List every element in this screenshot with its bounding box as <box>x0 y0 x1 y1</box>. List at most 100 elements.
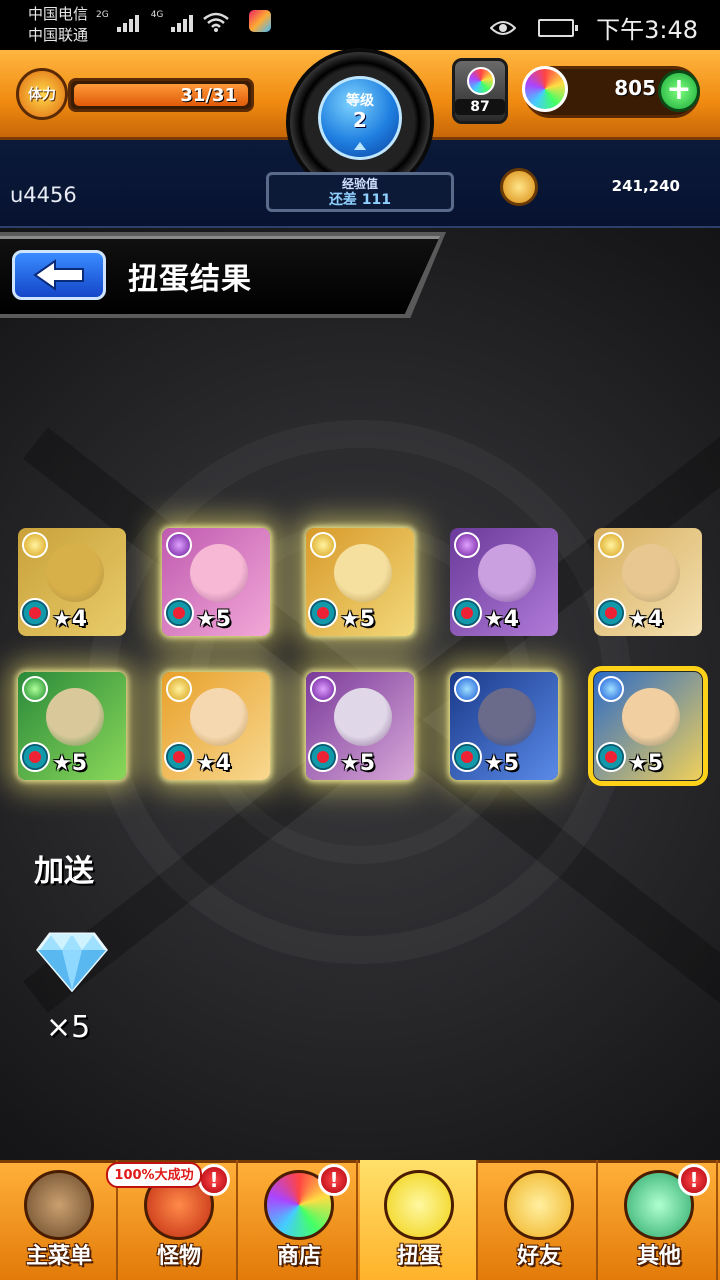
signal-icons: 2G 4G <box>96 10 272 32</box>
network-2-label: 4G <box>150 10 164 20</box>
wifi-icon <box>203 12 230 32</box>
nav-item[interactable]: 好友 <box>480 1160 598 1280</box>
monster-card[interactable]: ★4 <box>594 528 702 636</box>
fruit-icon <box>164 598 194 628</box>
monster-card[interactable]: ★4 <box>450 528 558 636</box>
battery-icon <box>538 18 579 37</box>
add-gems-button[interactable]: + <box>658 70 700 112</box>
fruit-icon <box>452 598 482 628</box>
monster-card[interactable]: ★5 <box>306 528 414 636</box>
monster-face <box>46 544 104 602</box>
orb-pack-count: 87 <box>455 99 505 115</box>
water-attribute-icon <box>598 676 624 702</box>
monster-face <box>478 688 536 746</box>
nav-item[interactable]: 扭蛋 <box>360 1160 478 1280</box>
exp-value: 还差 111 <box>328 192 392 208</box>
rarity-stars: ★5 <box>196 607 232 632</box>
gem-count: 805 <box>614 76 656 100</box>
alert-badge-icon: ! <box>318 1164 350 1196</box>
fruit-icon <box>596 598 626 628</box>
diamond-icon <box>36 932 108 992</box>
screen: 中国电信 中国联通 2G 4G 下午3:48 体力 31/31 等级 2 经验值… <box>0 0 720 1280</box>
stamina-bar: 31/31 <box>68 78 254 112</box>
monster-face <box>334 688 392 746</box>
back-button[interactable] <box>12 250 106 300</box>
friends-icon <box>504 1170 574 1240</box>
level-label: 等级 <box>346 93 374 109</box>
rarity-stars: ★4 <box>628 607 664 632</box>
rarity-stars: ★5 <box>484 751 520 776</box>
nav-item[interactable]: 主菜单 <box>0 1160 118 1280</box>
egg-icon <box>384 1170 454 1240</box>
monster-card[interactable]: ★5 <box>306 672 414 780</box>
coin-count: 241,240 <box>611 177 680 195</box>
monster-card[interactable]: ★5 <box>450 672 558 780</box>
monster-face <box>478 544 536 602</box>
monster-card[interactable]: ★4 <box>162 672 270 780</box>
status-right: 下午3:48 <box>490 10 698 45</box>
rarity-stars: ★5 <box>628 751 664 776</box>
nav-label: 主菜单 <box>25 1244 92 1269</box>
monster-face <box>190 544 248 602</box>
light-attribute-icon <box>310 532 336 558</box>
alert-badge-icon: ! <box>198 1164 230 1196</box>
fruit-icon <box>308 742 338 772</box>
nav-label: 扭蛋 <box>396 1244 441 1269</box>
light-attribute-icon <box>166 676 192 702</box>
monster-card[interactable]: ★5 <box>588 666 708 786</box>
clock: 下午3:48 <box>596 16 698 44</box>
fruit-icon <box>452 742 482 772</box>
username: u4456 <box>10 183 77 207</box>
eye-icon <box>490 20 517 35</box>
light-attribute-icon <box>22 532 48 558</box>
monster-face <box>334 544 392 602</box>
monster-card[interactable]: ★5 <box>18 672 126 780</box>
rarity-stars: ★4 <box>196 751 232 776</box>
signal-1-icon <box>116 15 139 32</box>
dark-attribute-icon <box>454 532 480 558</box>
dark-attribute-icon <box>310 676 336 702</box>
rarity-stars: ★4 <box>484 607 520 632</box>
gate-icon <box>24 1170 94 1240</box>
orb-pack-button[interactable]: 87 <box>452 58 508 124</box>
carrier-names: 中国电信 中国联通 <box>28 4 88 46</box>
dark-attribute-icon <box>166 532 192 558</box>
carrier-2: 中国联通 <box>28 26 89 44</box>
nav-label: 好友 <box>516 1244 561 1269</box>
fruit-icon <box>20 598 50 628</box>
water-attribute-icon <box>454 676 480 702</box>
level-up-arrow-icon <box>354 142 366 150</box>
gem-orb-icon <box>522 66 568 112</box>
monster-face <box>622 688 680 746</box>
monster-face <box>622 544 680 602</box>
light-attribute-icon <box>598 532 624 558</box>
exp-box: 经验值 还差 111 <box>266 172 454 212</box>
monster-face <box>190 688 248 746</box>
fruit-icon <box>164 742 194 772</box>
monster-card[interactable]: ★4 <box>18 528 126 636</box>
app-notification-icon <box>249 10 272 32</box>
back-arrow-icon <box>33 259 84 291</box>
nav-label: 怪物 <box>156 1244 201 1269</box>
rarity-stars: ★5 <box>52 751 88 776</box>
fruit-icon <box>596 742 626 772</box>
bonus-title: 加送 <box>34 854 94 889</box>
status-bar: 中国电信 中国联通 2G 4G 下午3:48 <box>0 0 720 50</box>
nav-item[interactable]: 其他! <box>600 1160 718 1280</box>
rainbow-orb-icon <box>467 67 495 95</box>
wood-attribute-icon <box>22 676 48 702</box>
page-title: 扭蛋结果 <box>128 262 252 297</box>
nav-item[interactable]: 商店! <box>240 1160 358 1280</box>
coin-icon <box>500 168 538 206</box>
fruit-icon <box>20 742 50 772</box>
alert-badge-icon: ! <box>678 1164 710 1196</box>
rarity-stars: ★4 <box>52 607 88 632</box>
rarity-stars: ★5 <box>340 751 376 776</box>
level-value: 2 <box>353 108 367 132</box>
signal-2-icon <box>171 15 194 32</box>
bonus-quantity: ×5 <box>46 1010 91 1045</box>
monster-card[interactable]: ★5 <box>162 528 270 636</box>
nav-label: 其他 <box>636 1244 681 1269</box>
network-1-label: 2G <box>96 10 109 20</box>
fruit-icon <box>308 598 338 628</box>
